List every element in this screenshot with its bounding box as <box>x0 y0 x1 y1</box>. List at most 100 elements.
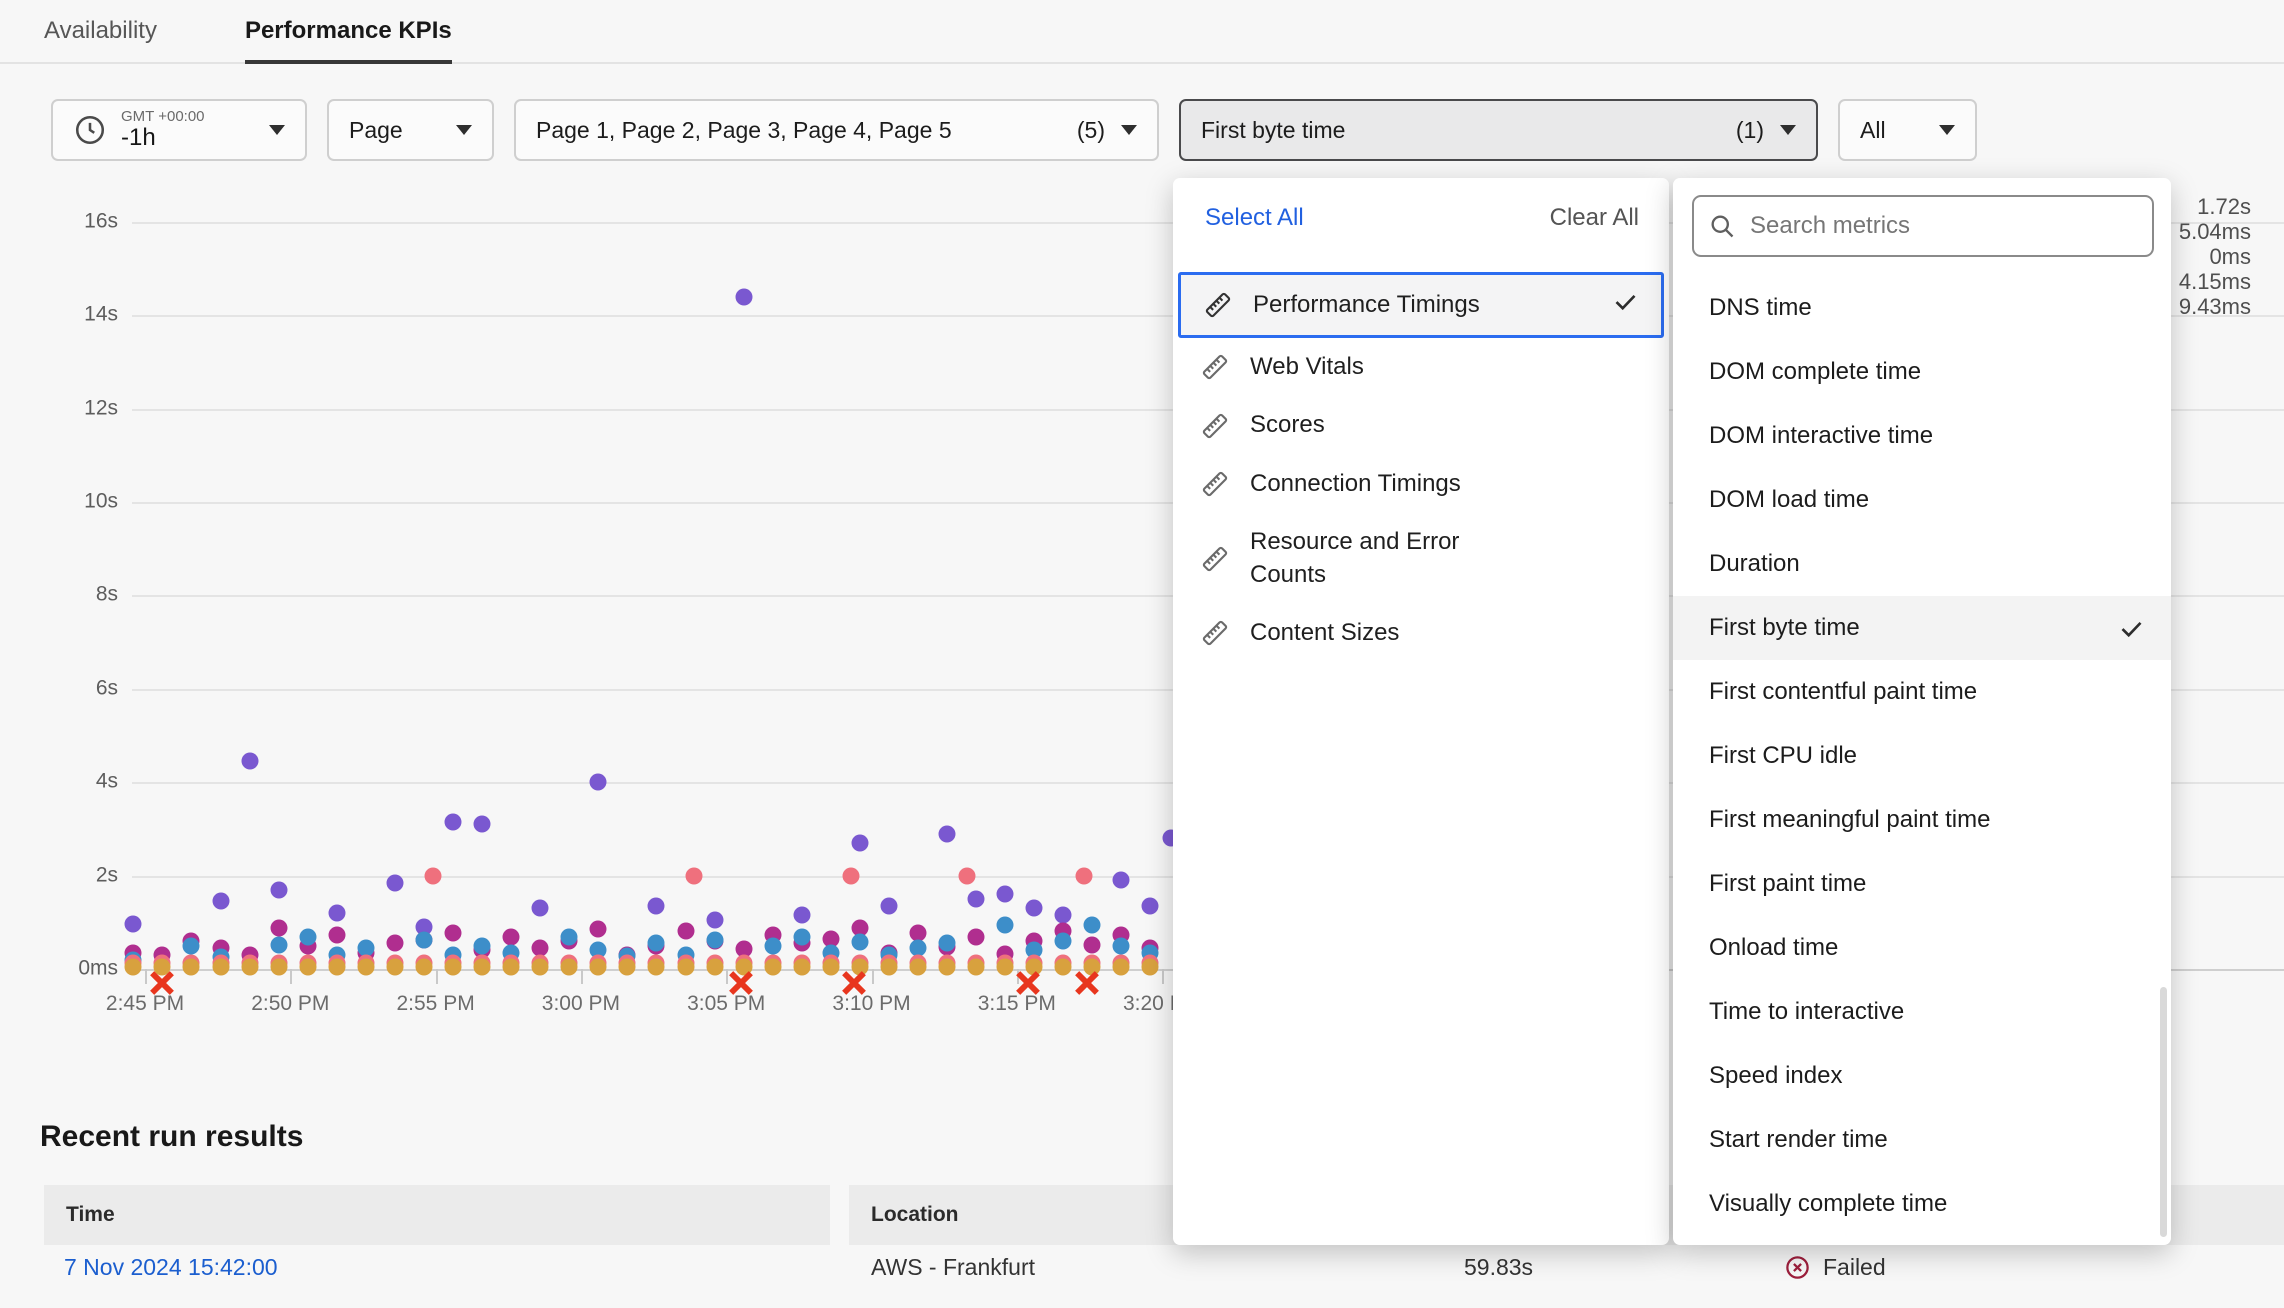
data-point-blue-metric <box>851 933 868 950</box>
failed-run-x-mark <box>1072 969 1101 998</box>
data-point-purple-metric <box>851 834 868 851</box>
status-label: Failed <box>1823 1254 1886 1281</box>
metric-label: Onload time <box>1709 934 1838 962</box>
metric-label: First paint time <box>1709 870 1866 898</box>
metric-item-dom-complete-time[interactable]: DOM complete time <box>1673 340 2171 404</box>
metric-item-speed-index[interactable]: Speed index <box>1673 1044 2171 1108</box>
metric-item-time-to-interactive[interactable]: Time to interactive <box>1673 980 2171 1044</box>
time-range-value: GMT +00:00 -1h <box>121 109 205 152</box>
dimension-dropdown[interactable]: Page <box>327 99 494 161</box>
data-point-salmon-metric <box>1075 867 1092 884</box>
ruler-icon <box>1200 352 1230 382</box>
chevron-down-icon <box>269 125 285 135</box>
category-item-scores[interactable]: Scores <box>1178 396 1664 454</box>
search-metrics-input[interactable] <box>1748 211 2138 241</box>
filter-bar: GMT +00:00 -1h Page Page 1, Page 2, Page… <box>51 99 1977 161</box>
time-range-dropdown[interactable]: GMT +00:00 -1h <box>51 99 307 161</box>
data-point-purple-metric <box>270 881 287 898</box>
metric-label: Time to interactive <box>1709 998 1904 1026</box>
data-point-orange-metric <box>764 958 781 975</box>
data-point-orange-metric <box>415 958 432 975</box>
chevron-down-icon <box>1939 125 1955 135</box>
data-point-blue-metric <box>1113 937 1130 954</box>
data-point-blue-metric <box>561 929 578 946</box>
column-header-time[interactable]: Time <box>44 1185 830 1245</box>
x-axis-tick <box>145 969 147 984</box>
metric-item-first-paint-time[interactable]: First paint time <box>1673 852 2171 916</box>
metric-item-visually-complete-time[interactable]: Visually complete time <box>1673 1172 2171 1236</box>
metric-category-panel: Select All Clear All Performance Timings… <box>1173 178 1669 1245</box>
clear-all-button[interactable]: Clear All <box>1550 204 1639 232</box>
metric-item-onload-time[interactable]: Onload time <box>1673 916 2171 980</box>
metric-item-first-cpu-idle[interactable]: First CPU idle <box>1673 724 2171 788</box>
metric-label: DOM load time <box>1709 486 1869 514</box>
metric-label: Speed index <box>1709 1062 1842 1090</box>
metric-dropdown[interactable]: First byte time (1) <box>1179 99 1818 161</box>
metric-item-first-contentful-paint-time[interactable]: First contentful paint time <box>1673 660 2171 724</box>
data-point-salmon-metric <box>843 867 860 884</box>
data-point-orange-metric <box>241 958 258 975</box>
metric-label: First meaningful paint time <box>1709 806 1990 834</box>
ruler-icon <box>1203 290 1233 320</box>
x-axis-tick <box>436 969 438 984</box>
metric-item-first-byte-time[interactable]: First byte time <box>1673 596 2171 660</box>
category-item-web-vitals[interactable]: Web Vitals <box>1178 338 1664 396</box>
data-point-salmon-metric <box>424 867 441 884</box>
data-point-orange-metric <box>270 958 287 975</box>
metric-label: Start render time <box>1709 1126 1888 1154</box>
category-item-performance-timings[interactable]: Performance Timings <box>1178 272 1664 338</box>
data-point-purple-metric <box>445 813 462 830</box>
metric-item-dom-interactive-time[interactable]: DOM interactive time <box>1673 404 2171 468</box>
scrollbar-thumb[interactable] <box>2160 987 2167 1237</box>
category-item-resource-and-error-counts[interactable]: Resource and Error Counts <box>1178 513 1664 604</box>
tab-availability[interactable]: Availability <box>44 0 157 62</box>
metric-label: DOM complete time <box>1709 358 1921 386</box>
data-point-orange-metric <box>677 958 694 975</box>
run-time-link[interactable]: 7 Nov 2024 15:42:00 <box>64 1254 278 1281</box>
y-axis-label: 14s <box>18 303 118 327</box>
category-item-connection-timings[interactable]: Connection Timings <box>1178 455 1664 513</box>
data-point-orange-metric <box>648 958 665 975</box>
x-axis-label: 2:45 PM <box>80 992 210 1016</box>
failed-run-x-mark <box>1014 969 1043 998</box>
metric-item-start-render-time[interactable]: Start render time <box>1673 1108 2171 1172</box>
select-all-button[interactable]: Select All <box>1205 204 1304 232</box>
metric-label: First byte time <box>1709 614 1860 642</box>
chevron-down-icon <box>1121 125 1137 135</box>
data-point-blue-metric <box>299 929 316 946</box>
metric-count: (1) <box>1736 117 1780 144</box>
metric-summary-value: 1.72s <box>2179 194 2251 219</box>
y-axis-label: 0ms <box>18 957 118 981</box>
data-point-orange-metric <box>939 958 956 975</box>
category-label: Scores <box>1250 409 1325 441</box>
data-point-purple-metric <box>590 774 607 791</box>
category-item-content-sizes[interactable]: Content Sizes <box>1178 604 1664 662</box>
tab-performance-kpis[interactable]: Performance KPIs <box>245 0 452 62</box>
failed-run-x-mark <box>840 969 869 998</box>
data-point-purple-metric <box>735 288 752 305</box>
metric-item-dns-time[interactable]: DNS time <box>1673 276 2171 340</box>
data-point-purple-metric <box>1113 872 1130 889</box>
data-point-purple-metric <box>648 897 665 914</box>
data-point-magenta-metric <box>968 929 985 946</box>
y-axis-label: 4s <box>18 770 118 794</box>
pages-dropdown[interactable]: Page 1, Page 2, Page 3, Page 4, Page 5 (… <box>514 99 1159 161</box>
data-point-purple-metric <box>793 907 810 924</box>
data-point-orange-metric <box>590 958 607 975</box>
x-axis-label: 2:55 PM <box>371 992 501 1016</box>
performance-kpis-page: Availability Performance KPIs GMT +00:00… <box>0 0 2284 1308</box>
dimension-label: Page <box>349 117 403 144</box>
data-point-orange-metric <box>445 958 462 975</box>
metric-item-dom-load-time[interactable]: DOM load time <box>1673 468 2171 532</box>
metric-item-first-meaningful-paint-time[interactable]: First meaningful paint time <box>1673 788 2171 852</box>
metric-label: DNS time <box>1709 294 1812 322</box>
ruler-icon <box>1200 544 1230 574</box>
search-box <box>1692 195 2154 257</box>
run-duration-cell: 59.83s <box>1464 1254 1533 1281</box>
data-point-magenta-metric <box>386 935 403 952</box>
metric-item-duration[interactable]: Duration <box>1673 532 2171 596</box>
data-point-orange-metric <box>125 958 142 975</box>
data-point-blue-metric <box>997 916 1014 933</box>
location-dropdown[interactable]: All <box>1838 99 1977 161</box>
data-point-blue-metric <box>764 937 781 954</box>
